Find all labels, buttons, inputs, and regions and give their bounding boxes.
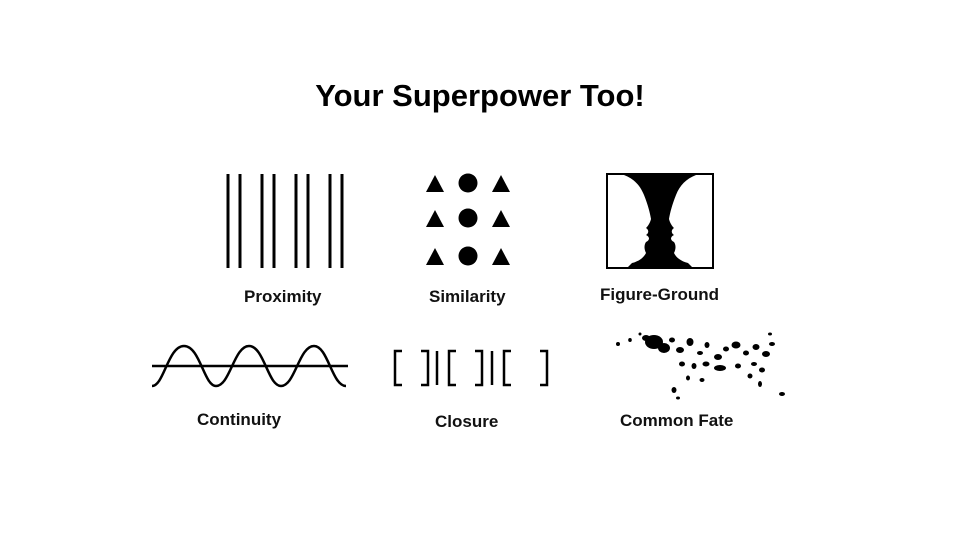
closure-brackets-icon	[393, 349, 549, 387]
slide-title: Your Superpower Too!	[315, 78, 645, 113]
proximity-lines-icon	[226, 174, 344, 268]
similarity-shapes-icon	[426, 173, 510, 266]
dalmatian-dog-icon	[616, 332, 785, 400]
proximity-label: Proximity	[244, 287, 322, 306]
common-fate-label: Common Fate	[620, 411, 734, 430]
figure-ground-label: Figure-Ground	[600, 285, 719, 304]
similarity-label: Similarity	[429, 287, 506, 306]
closure-label: Closure	[435, 412, 499, 431]
vase-faces-icon	[606, 173, 714, 269]
continuity-label: Continuity	[197, 410, 282, 429]
slide: Your Superpower Too! Proximity Similarit…	[0, 0, 960, 540]
continuity-curves-icon	[151, 344, 348, 388]
